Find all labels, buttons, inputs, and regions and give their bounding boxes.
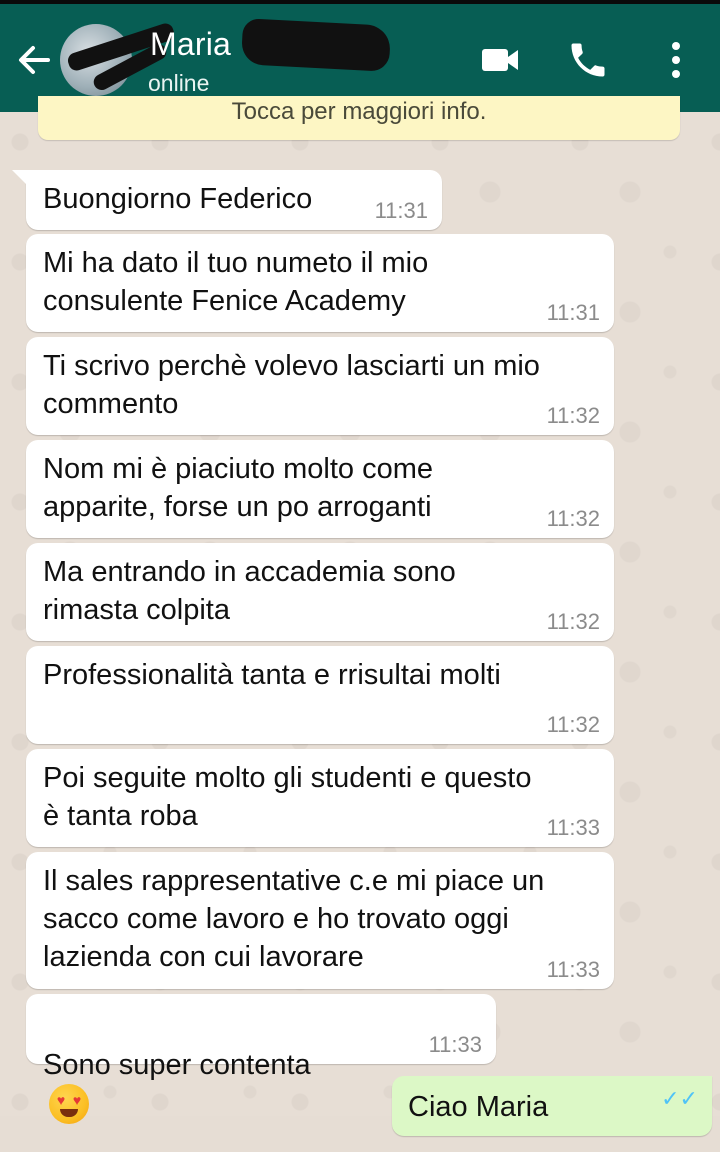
- message-time: 11:32: [546, 712, 600, 737]
- message-time: 11:33: [546, 957, 600, 982]
- encryption-banner[interactable]: Tocca per maggiori info.: [38, 96, 680, 140]
- message-bubble[interactable]: Professionalità tanta e rrisultai molti …: [26, 646, 614, 744]
- message-text: Buongiorno Federico: [43, 183, 313, 215]
- message-time: 11:31: [546, 300, 600, 325]
- back-arrow-icon[interactable]: [14, 40, 54, 80]
- message-text: Mi ha dato il tuo numeto il mio consulen…: [43, 247, 429, 317]
- message-time: 11:32: [546, 609, 600, 634]
- message-time: 11:33: [428, 1032, 482, 1057]
- message-bubble[interactable]: Buongiorno Federico 11:31: [12, 170, 442, 230]
- message-bubble[interactable]: Nom mi è piaciuto molto come apparite, f…: [26, 440, 614, 538]
- banner-text: Tocca per maggiori info.: [231, 98, 487, 125]
- message-text: Il sales rappresentative c.e mi piace un…: [43, 865, 545, 973]
- redaction-mark: [240, 18, 392, 72]
- contact-name[interactable]: Maria: [150, 26, 231, 63]
- message-text: Nom mi è piaciuto molto come apparite, f…: [43, 453, 434, 523]
- message-bubble[interactable]: Ma entrando in accademia sono rimasta co…: [26, 543, 614, 641]
- message-text-content: Sono super contenta: [43, 1049, 311, 1081]
- message-bubble[interactable]: Sono super contenta ♥ ♥ 11:33: [26, 994, 496, 1124]
- message-text: Ma entrando in accademia sono rimasta co…: [43, 556, 456, 626]
- message-bubble[interactable]: Il sales rappresentative c.e mi piace un…: [26, 852, 614, 989]
- phone-icon[interactable]: [566, 38, 610, 82]
- video-call-icon[interactable]: [478, 42, 522, 78]
- message-bubble[interactable]: Poi seguite molto gli studenti e questo …: [26, 749, 614, 847]
- heart-eyes-emoji-icon: ♥ ♥: [49, 1084, 89, 1124]
- message-time: 11:32: [546, 506, 600, 531]
- message-text: Ti scrivo perchè volevo lasciarti un mio…: [43, 350, 540, 420]
- message-text: Ciao Maria: [408, 1091, 549, 1123]
- message-time: 11:32: [546, 403, 600, 428]
- message-time: 11:33: [546, 815, 600, 840]
- message-time: 11:31: [374, 198, 428, 223]
- contact-status: online: [148, 70, 210, 96]
- message-bubble[interactable]: Mi ha dato il tuo numeto il mio consulen…: [26, 234, 614, 332]
- read-ticks-icon: ✓✓: [661, 1086, 698, 1111]
- message-text: Professionalità tanta e rrisultai molti: [43, 659, 501, 691]
- message-text: Poi seguite molto gli studenti e questo …: [43, 762, 532, 832]
- message-bubble[interactable]: Ti scrivo perchè volevo lasciarti un mio…: [26, 337, 614, 435]
- more-vert-icon[interactable]: [660, 38, 692, 82]
- outgoing-message-bubble[interactable]: Ciao Maria ✓✓: [392, 1076, 712, 1136]
